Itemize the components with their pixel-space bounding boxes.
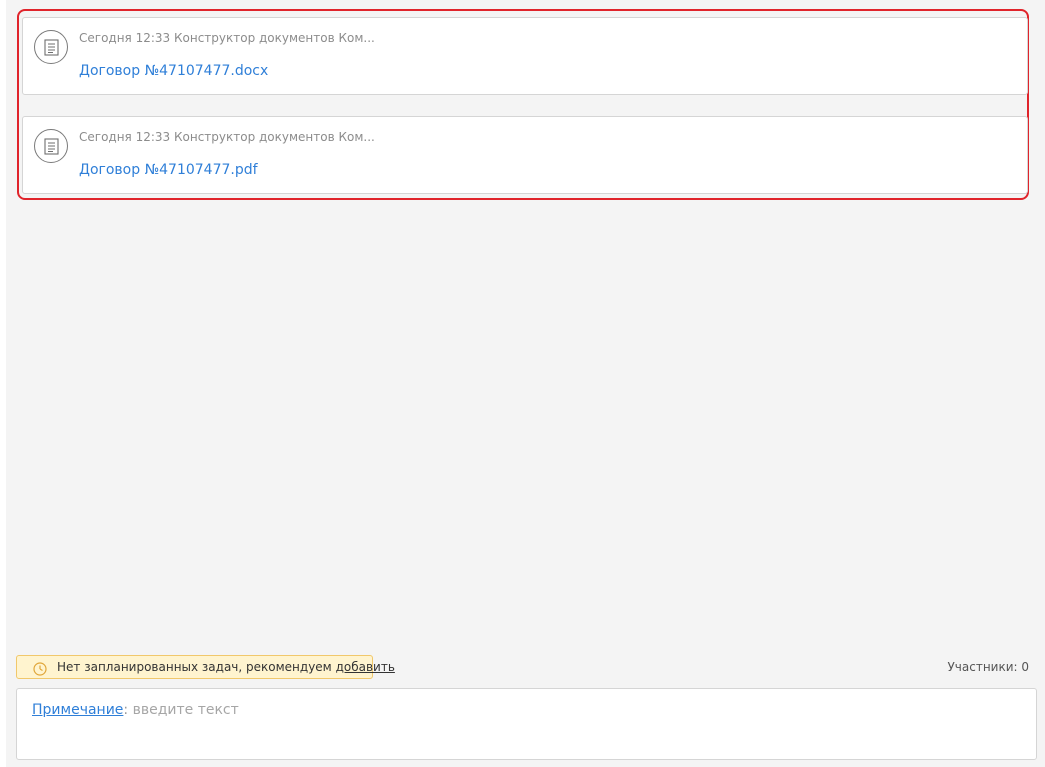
document-icon bbox=[34, 30, 68, 64]
tasks-notice: Нет запланированных задач, рекомендуем д… bbox=[16, 655, 395, 680]
add-task-link[interactable]: добавить bbox=[336, 660, 395, 674]
note-separator: : bbox=[123, 702, 133, 718]
note-type-link[interactable]: Примечание bbox=[32, 702, 123, 718]
document-meta: Сегодня 12:33 Конструктор документов Ком… bbox=[79, 31, 375, 45]
document-icon bbox=[34, 129, 68, 163]
note-input[interactable] bbox=[132, 702, 733, 718]
note-line: Примечание: bbox=[32, 702, 733, 718]
tasks-notice-text: Нет запланированных задач, рекомендуем д… bbox=[57, 660, 395, 674]
participants-count: Участники: 0 bbox=[947, 660, 1029, 674]
clock-icon bbox=[33, 661, 47, 680]
document-link-pdf[interactable]: Договор №47107477.pdf bbox=[79, 162, 258, 178]
document-meta: Сегодня 12:33 Конструктор документов Ком… bbox=[79, 130, 375, 144]
document-card: Сегодня 12:33 Конструктор документов Ком… bbox=[22, 17, 1028, 95]
tasks-notice-label: Нет запланированных задач, рекомендуем bbox=[57, 660, 336, 674]
document-card: Сегодня 12:33 Конструктор документов Ком… bbox=[22, 116, 1028, 194]
document-link-docx[interactable]: Договор №47107477.docx bbox=[79, 63, 268, 79]
note-composer[interactable]: Примечание: bbox=[16, 688, 1037, 760]
